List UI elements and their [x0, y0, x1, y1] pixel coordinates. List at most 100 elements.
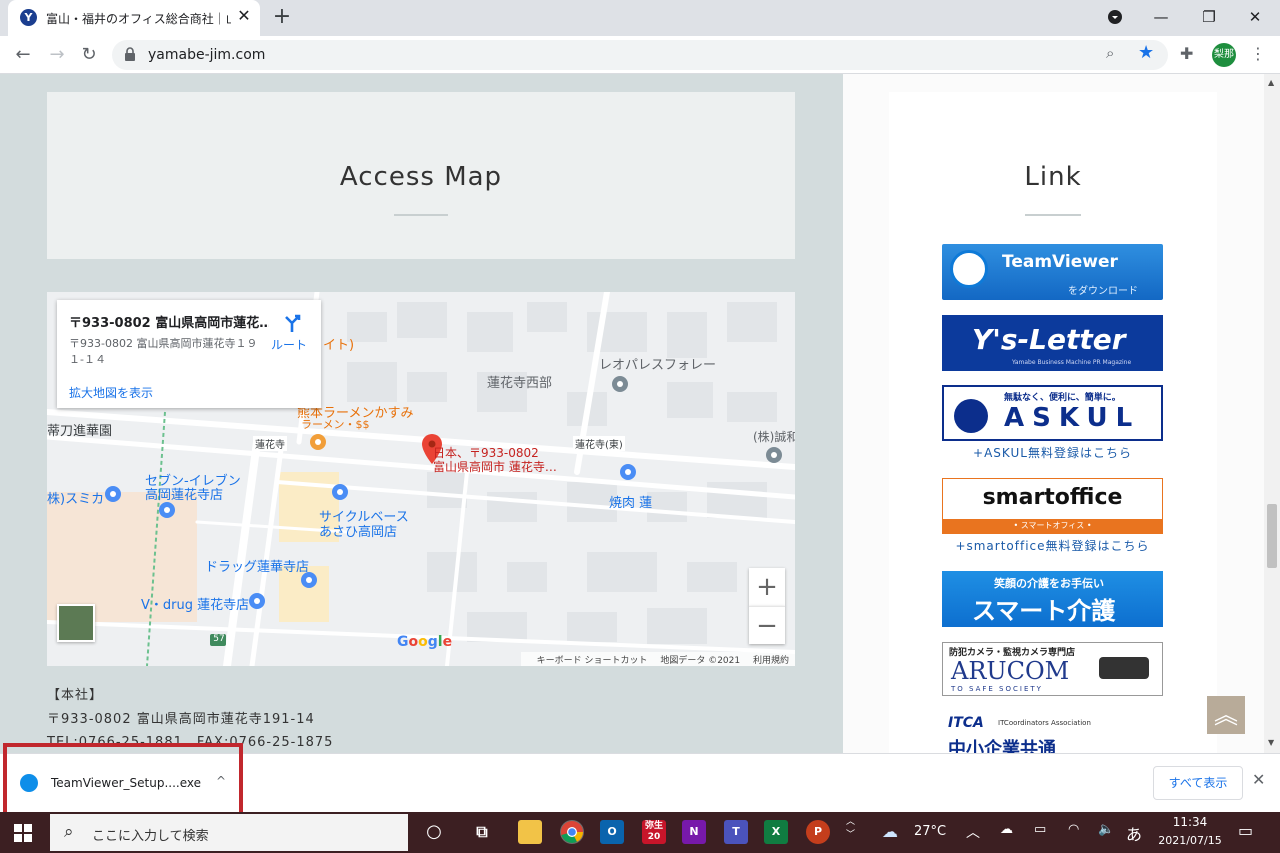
cortana-icon[interactable]: ○: [422, 820, 446, 844]
pin-label-line-2: 富山県高岡市 蓮花寺…: [433, 460, 557, 474]
google-map[interactable]: 蓮花寺西部 レオパレスフォレー 熊本ラーメンかすみ ラーメン・$$ 蒂刀進華園 …: [47, 292, 795, 666]
tab-strip: Y 富山・福井のオフィス総合商社｜山辺 ✕ + — ❐ ✕: [0, 0, 1280, 36]
zoom-in-button[interactable]: +: [749, 568, 785, 606]
terms-link[interactable]: 利用規約: [753, 656, 789, 666]
show-all-downloads-button[interactable]: すべて表示: [1153, 766, 1243, 800]
directions-icon[interactable]: [281, 312, 303, 334]
route-label[interactable]: ルート: [271, 336, 307, 353]
tab-title: 富山・福井のオフィス総合商社｜山辺: [46, 12, 231, 26]
tray-expand-icon[interactable]: ︿: [966, 822, 980, 842]
ysletter-name: Y's-Letter: [972, 323, 1126, 356]
zoom-icon[interactable]: ⌕: [1106, 44, 1114, 62]
file-explorer-icon[interactable]: [518, 820, 542, 844]
address-postal: 〒933-0802 富山県高岡市蓮花寺191-14: [47, 712, 315, 727]
bookmark-star-icon[interactable]: ★: [1138, 42, 1154, 63]
clock-date[interactable]: 2021/07/15: [1150, 834, 1230, 847]
map-footer: キーボード ショートカット 地図データ ©2021 利用規約: [520, 652, 795, 666]
new-tab-button[interactable]: +: [270, 6, 294, 30]
lock-icon: [125, 47, 135, 61]
map-label: 蒂刀進華園: [47, 424, 113, 439]
map-label: レオパレスフォレー: [599, 358, 717, 373]
minimize-button[interactable]: —: [1146, 4, 1176, 30]
tab-close-icon[interactable]: ✕: [234, 6, 254, 26]
page-scrollbar[interactable]: ▲ ▼: [1264, 74, 1280, 753]
ime-indicator[interactable]: あ: [1126, 821, 1142, 845]
scrollbar-thumb[interactable]: [1267, 504, 1277, 568]
taskbar-search-box[interactable]: ⌕ ここに入力して検索: [50, 814, 408, 851]
kebab-menu-icon[interactable]: ⋮: [1250, 44, 1266, 63]
site-favicon-icon: Y: [20, 9, 37, 26]
close-window-button[interactable]: ✕: [1240, 4, 1270, 30]
browser-tab[interactable]: Y 富山・福井のオフィス総合商社｜山辺 ✕: [8, 0, 260, 36]
teamviewer-logo-icon: [950, 250, 988, 288]
windows-start-icon[interactable]: [14, 824, 32, 842]
map-label: 蓮花寺: [253, 436, 287, 451]
yayoi-icon[interactable]: 弥生 20: [642, 820, 666, 844]
map-data-credit: 地図データ ©2021: [660, 656, 741, 666]
ysletter-sub: Yamabe Business Machine PR Magazine: [1012, 359, 1132, 366]
weather-cloud-icon: ☁: [882, 822, 898, 841]
windows-taskbar: ⌕ ここに入力して検索 ○ ⧉ O 弥生 20 N T X P ︿ ﹀ ☁ 27°C…: [0, 812, 1280, 853]
view-larger-map-link[interactable]: 拡大地図を表示: [69, 384, 153, 401]
back-arrow-icon[interactable]: ←: [10, 42, 36, 68]
profile-avatar[interactable]: 梨那: [1212, 43, 1236, 67]
url-text: yamabe-jim.com: [148, 47, 266, 63]
teamviewer-sub: をダウンロード: [1068, 286, 1138, 297]
scroll-up-icon[interactable]: ▲: [1268, 78, 1274, 87]
powerpoint-icon[interactable]: P: [806, 820, 830, 844]
kaigo-line1: 笑顔の介護をお手伝い: [994, 577, 1104, 590]
askul-banner[interactable]: 無駄なく、便利に、簡単に。 ASKUL: [942, 385, 1163, 441]
web-page: Access Map Link 蓮花寺西部 レオパレスフォレー 熊本ラーメンかす…: [0, 74, 1264, 753]
title-underline: [1025, 214, 1081, 216]
zoom-out-button[interactable]: −: [749, 606, 785, 644]
back-to-top-button[interactable]: ︽: [1207, 696, 1245, 734]
satellite-view-toggle[interactable]: [57, 604, 95, 642]
close-shelf-icon[interactable]: ✕: [1252, 770, 1265, 789]
task-view-icon[interactable]: ⧉: [470, 820, 494, 844]
restore-button[interactable]: ❐: [1194, 4, 1224, 30]
notification-icon[interactable]: ▭: [1238, 821, 1253, 840]
map-label: ドラッグ蓮華寺店: [205, 560, 310, 575]
security-camera-icon: [1099, 657, 1149, 679]
smart-kaigo-banner[interactable]: 笑顔の介護をお手伝い スマート介護: [942, 571, 1163, 627]
keyboard-shortcuts-link[interactable]: キーボード ショートカット: [537, 656, 648, 666]
excel-icon[interactable]: X: [764, 820, 788, 844]
access-map-title: Access Map: [339, 162, 503, 192]
teamviewer-banner[interactable]: TeamViewer をダウンロード: [942, 244, 1163, 300]
smartoffice-banner[interactable]: smartoffice • スマートオフィス •: [942, 478, 1163, 534]
askul-logo-icon: [954, 399, 988, 433]
overflow-chevron-icon[interactable]: ︿ ﹀: [846, 814, 855, 840]
extensions-puzzle-icon[interactable]: ✚: [1180, 44, 1193, 63]
tab-search-icon[interactable]: [1100, 4, 1130, 30]
search-placeholder: ここに入力して検索: [92, 829, 209, 844]
reload-icon[interactable]: ↻: [76, 42, 102, 68]
battery-icon[interactable]: ▭: [1034, 822, 1046, 837]
smartoffice-caption[interactable]: +smartoffice無料登録はこちら: [942, 537, 1163, 554]
chrome-icon[interactable]: [560, 820, 584, 844]
itca-banner[interactable]: ITCA ITCoordinators Association 中小企業共通: [942, 713, 1163, 753]
teams-icon[interactable]: T: [724, 820, 748, 844]
map-label: 蓮花寺(東): [573, 436, 625, 451]
scroll-down-icon[interactable]: ▼: [1268, 738, 1274, 747]
pin-label: 日本、〒933-0802 富山県高岡市 蓮花寺…: [433, 446, 557, 474]
onedrive-icon[interactable]: ☁: [1000, 822, 1013, 837]
download-highlight-box: [3, 743, 243, 823]
outlook-icon[interactable]: O: [600, 820, 624, 844]
map-label: V・drug 蓮花寺店: [141, 598, 250, 613]
weather-temp[interactable]: 27°C: [914, 824, 946, 839]
teamviewer-name: TeamViewer: [1002, 252, 1118, 272]
wifi-icon[interactable]: ◠: [1068, 822, 1079, 837]
ysletter-banner[interactable]: Y's-Letter Yamabe Business Machine PR Ma…: [942, 315, 1163, 371]
onenote-icon[interactable]: N: [682, 820, 706, 844]
address-heading: 【本社】: [47, 688, 104, 703]
map-label: (株)誠和: [753, 430, 795, 444]
clock-time[interactable]: 11:34: [1160, 815, 1220, 829]
arucom-name: ARUCOM: [951, 657, 1070, 685]
forward-arrow-icon[interactable]: →: [44, 42, 70, 68]
map-label: ラーメン・$$: [301, 418, 370, 431]
volume-icon[interactable]: 🔈: [1098, 822, 1114, 837]
map-label: イト): [323, 338, 355, 353]
arucom-banner[interactable]: 防犯カメラ・監視カメラ専門店 ARUCOM TO SAFE SOCIETY: [942, 642, 1163, 696]
address-bar[interactable]: yamabe-jim.com ⌕ ★: [112, 40, 1168, 70]
askul-caption[interactable]: +ASKUL無料登録はこちら: [942, 444, 1163, 461]
